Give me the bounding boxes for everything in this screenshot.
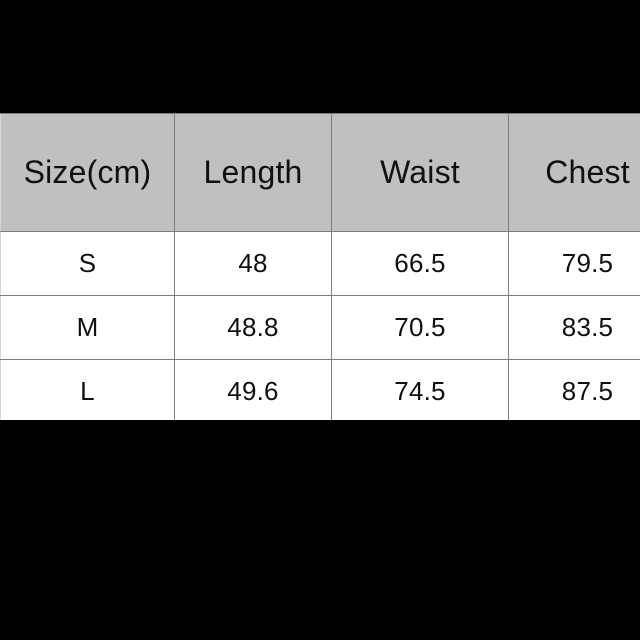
column-header-size: Size(cm) [0, 113, 175, 232]
cell-chest: 79.5 [508, 231, 640, 296]
cell-length: 48.8 [174, 295, 332, 360]
table-row: S 48 66.5 79.5 [0, 231, 640, 296]
cell-size: S [0, 231, 175, 296]
size-chart-table: Size(cm) Length Waist Chest S 48 66.5 79… [0, 113, 640, 420]
cell-length: 49.6 [174, 359, 332, 420]
cell-chest: 83.5 [508, 295, 640, 360]
cell-waist: 74.5 [331, 359, 509, 420]
table-header: Size(cm) Length Waist Chest [0, 113, 640, 232]
column-header-waist: Waist [331, 113, 509, 232]
cell-length: 48 [174, 231, 332, 296]
size-chart-container: Size(cm) Length Waist Chest S 48 66.5 79… [0, 113, 640, 420]
table-body: S 48 66.5 79.5 M 48.8 70.5 83.5 L 49.6 7… [0, 231, 640, 420]
cell-waist: 66.5 [331, 231, 509, 296]
screenshot-canvas: Size(cm) Length Waist Chest S 48 66.5 79… [0, 0, 640, 640]
cell-size: M [0, 295, 175, 360]
table-header-row: Size(cm) Length Waist Chest [0, 113, 640, 232]
cell-size: L [0, 359, 175, 420]
column-header-chest: Chest [508, 113, 640, 232]
column-header-length: Length [174, 113, 332, 232]
table-row: M 48.8 70.5 83.5 [0, 295, 640, 360]
table-row: L 49.6 74.5 87.5 [0, 359, 640, 420]
cell-waist: 70.5 [331, 295, 509, 360]
cell-chest: 87.5 [508, 359, 640, 420]
